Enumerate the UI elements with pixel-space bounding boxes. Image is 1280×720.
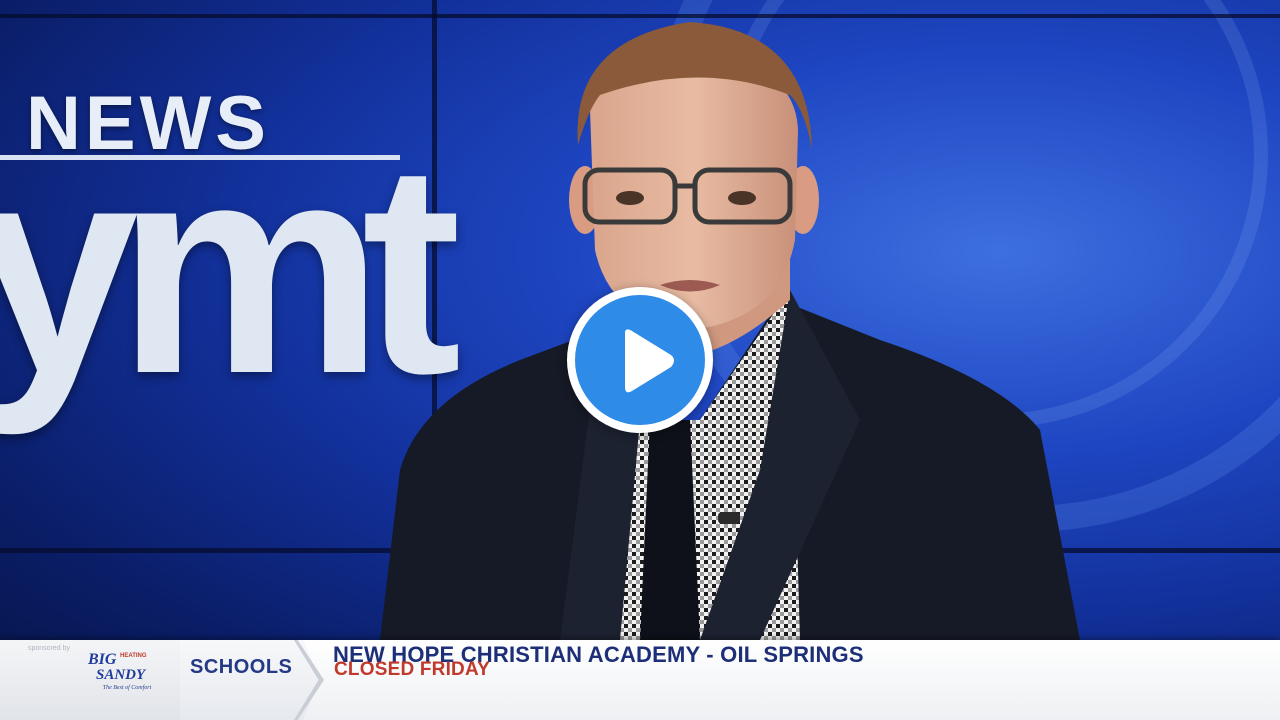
play-icon xyxy=(625,329,674,393)
play-button[interactable] xyxy=(567,287,713,433)
lower-third-ticker: sponsored by BIG HEATING SANDY The Best … xyxy=(0,640,1280,720)
category-box xyxy=(180,640,320,720)
sponsor-caption: sponsored by xyxy=(28,645,71,652)
category-label: SCHOOLS xyxy=(190,656,293,678)
sponsor-slogan: The Best of Comfort xyxy=(102,685,152,691)
sponsor-logo-line2: SANDY xyxy=(96,667,147,683)
sponsor-logo: BIG HEATING SANDY xyxy=(87,651,147,683)
sponsor-logo-small: HEATING xyxy=(120,653,147,659)
sponsor-logo-line1: BIG xyxy=(87,651,117,668)
ticker-status: CLOSED FRIDAY xyxy=(334,659,491,680)
video-frame[interactable]: NEWS ymt sponsored by BIG HEATING SANDY … xyxy=(0,0,1280,720)
sponsor-panel: sponsored by BIG HEATING SANDY The Best … xyxy=(0,640,180,720)
